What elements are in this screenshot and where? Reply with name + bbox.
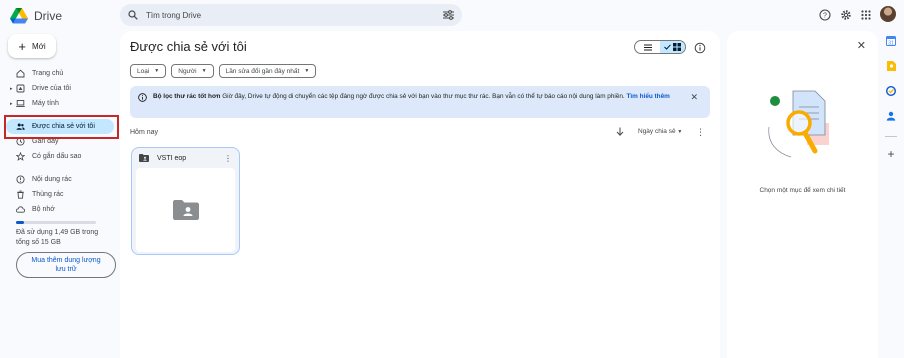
sort-by-button[interactable]: Ngày chia sẻ ▼ (638, 128, 682, 135)
dropdown-arrow-icon: ▼ (304, 68, 310, 74)
sidebar-item-label: Drive của tôi (32, 85, 71, 92)
my-drive-icon (16, 84, 25, 93)
add-plus-icon[interactable]: + (886, 147, 896, 161)
sidebar-item-label: Bộ nhớ (32, 206, 55, 213)
filter-people-chip[interactable]: Người ▼ (171, 64, 214, 78)
svg-text:31: 31 (888, 41, 894, 47)
drive-logo-icon (10, 8, 28, 24)
storage-progress-bar (16, 221, 96, 224)
spam-filter-banner: Bộ lọc thư rác tốt hơn Giờ đây, Drive tự… (130, 86, 710, 118)
details-pane: ✕ Chọn một mục để xem chi tiết (727, 31, 878, 358)
expand-caret-icon[interactable]: ▸ (10, 86, 13, 92)
search-bar[interactable]: Tìm trong Drive (120, 4, 462, 26)
info-icon (138, 93, 147, 102)
info-icon[interactable] (694, 41, 706, 54)
list-view-button[interactable] (635, 41, 660, 53)
avatar[interactable] (880, 6, 896, 22)
calendar-app-icon[interactable]: 31 (886, 36, 896, 46)
folder-name: VSTI eop (157, 154, 187, 162)
expand-caret-icon[interactable]: ▸ (10, 101, 13, 107)
tasks-app-icon[interactable] (886, 86, 896, 96)
sidebar-item-starred[interactable]: Có gắn dấu sao (0, 149, 120, 164)
settings-gear-icon[interactable] (839, 8, 853, 22)
sidebar-item-label: Nội dung rác (32, 176, 72, 183)
sidebar-nav: Trang chủ ▸ Drive của tôi ▸ Máy tính Đượ… (0, 66, 120, 217)
filter-type-chip[interactable]: Loại ▼ (130, 64, 167, 78)
sidebar-item-label: Thùng rác (32, 191, 64, 198)
grid-view-icon (673, 43, 681, 51)
sidebar-item-label: Gần đây (32, 138, 59, 145)
contacts-app-icon[interactable] (886, 111, 896, 121)
trash-icon (16, 190, 25, 199)
search-input[interactable]: Tìm trong Drive (146, 11, 443, 20)
folder-card[interactable]: VSTI eop ⋮ (131, 147, 240, 255)
banner-title: Bộ lọc thư rác tốt hơn (153, 93, 221, 100)
search-options-icon[interactable] (443, 10, 454, 20)
spam-icon (16, 175, 25, 184)
sidebar-item-label: Máy tính (32, 100, 59, 107)
annotation-highlight-box (4, 115, 119, 139)
sort-direction-arrow-icon[interactable] (616, 127, 624, 136)
sidebar-item-label: Trang chủ (32, 70, 64, 77)
filter-chips: Loại ▼ Người ▼ Lần sửa đổi gần đây nhất ▼ (130, 64, 317, 78)
sidebar-item-trash[interactable]: Thùng rác (0, 187, 120, 202)
storage-usage-text: Đã sử dụng 1,49 GB trong tổng số 15 GB (16, 229, 99, 246)
chip-label: Người (178, 67, 197, 75)
sidebar-item-spam[interactable]: Nội dung rác (0, 172, 120, 187)
search-icon[interactable] (128, 10, 138, 20)
banner-close-icon[interactable]: ✕ (690, 92, 698, 103)
home-icon (16, 69, 25, 78)
sidebar-item-home[interactable]: Trang chủ (0, 66, 120, 81)
main-content: Được chia sẻ với tôi Loại ▼ Người ▼ Lần sử… (120, 31, 720, 358)
chip-label: Loại (137, 67, 150, 75)
svg-text:?: ? (823, 13, 827, 20)
sidebar-item-storage[interactable]: Bộ nhớ (0, 202, 120, 217)
computer-icon (16, 99, 25, 108)
grid-view-button[interactable] (660, 41, 685, 53)
section-label-today: Hôm nay (130, 129, 159, 136)
magnifier-document-illustration (768, 90, 829, 158)
details-placeholder-text: Chọn một mục để xem chi tiết (759, 187, 846, 194)
dropdown-arrow-icon: ▼ (677, 129, 683, 135)
filter-modified-chip[interactable]: Lần sửa đổi gần đây nhất ▼ (218, 64, 317, 78)
list-view-icon (643, 44, 652, 50)
shared-folder-icon (139, 154, 149, 162)
sidebar-item-label: Có gắn dấu sao (32, 153, 82, 160)
dropdown-arrow-icon: ▼ (201, 68, 207, 74)
sort-control: Ngày chia sẻ ▼ (616, 127, 682, 136)
side-panel-rail: 31 + (882, 36, 900, 174)
rail-divider (885, 136, 897, 137)
banner-body: Giờ đây, Drive tự động di chuyển các tệp… (222, 93, 625, 100)
chip-label: Lần sửa đổi gần đây nhất (225, 67, 300, 75)
apps-grid-icon[interactable] (859, 8, 873, 22)
help-icon[interactable]: ? (818, 8, 832, 22)
keep-app-icon[interactable] (886, 61, 896, 71)
cloud-icon (16, 205, 25, 214)
plus-icon: + (18, 38, 26, 54)
more-options-icon[interactable]: ⋮ (696, 127, 705, 138)
buy-storage-button[interactable]: Mua thêm dung lượng lưu trữ (16, 252, 116, 278)
shared-folder-icon (172, 200, 199, 220)
star-icon (16, 152, 25, 161)
close-details-icon[interactable]: ✕ (857, 39, 866, 52)
folder-preview[interactable] (136, 168, 235, 252)
folder-card-header: VSTI eop ⋮ (132, 148, 239, 168)
new-button-label: Mới (31, 41, 46, 51)
page-title: Được chia sẻ với tôi (130, 39, 247, 54)
sidebar-item-computers[interactable]: ▸ Máy tính (0, 96, 120, 111)
new-button[interactable]: + Mới (8, 34, 56, 58)
banner-text: Bộ lọc thư rác tốt hơn Giờ đây, Drive tự… (153, 92, 683, 101)
checkmark-icon (664, 44, 671, 50)
more-options-icon[interactable]: ⋮ (224, 154, 232, 163)
app-name: Drive (34, 9, 63, 23)
learn-more-link[interactable]: Tìm hiểu thêm (627, 93, 670, 100)
sort-label: Ngày chia sẻ (638, 128, 676, 135)
sidebar-item-my-drive[interactable]: ▸ Drive của tôi (0, 81, 120, 96)
storage-progress-fill (16, 221, 24, 224)
dropdown-arrow-icon: ▼ (154, 68, 160, 74)
drive-logo[interactable]: Drive (10, 6, 62, 26)
view-toggle[interactable] (634, 40, 686, 54)
